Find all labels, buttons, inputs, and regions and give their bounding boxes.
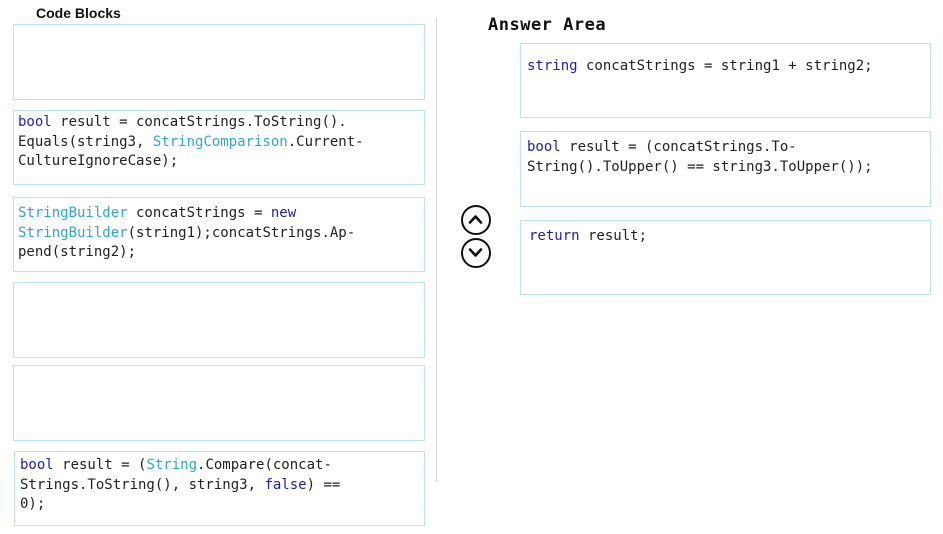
answer-block-return[interactable]: return result; bbox=[520, 220, 931, 295]
move-up-button[interactable] bbox=[461, 205, 491, 235]
code-text: String().ToUpper() == string3.ToUpper())… bbox=[527, 158, 873, 175]
code-block-slot-empty-3[interactable] bbox=[13, 365, 425, 441]
code-text: .Compare(concat- bbox=[197, 457, 332, 473]
code-text: result = ( bbox=[53, 457, 147, 473]
code-text: concatStrings = bbox=[127, 205, 271, 221]
chevron-up-icon bbox=[468, 215, 483, 224]
code-keyword: false bbox=[264, 476, 307, 493]
answer-block-concat[interactable]: string concatStrings = string1 + string2… bbox=[520, 43, 931, 118]
code-text: result; bbox=[579, 228, 648, 244]
code-type: StringBuilder bbox=[18, 224, 128, 241]
code-keyword: return bbox=[529, 228, 580, 244]
code-text: concatStrings = string1 + string2; bbox=[577, 58, 873, 74]
code-block-equals-ignore-case[interactable]: bool result = concatStrings.ToString(). … bbox=[13, 110, 425, 185]
code-text: Strings.ToString(), string3, bbox=[20, 476, 265, 493]
code-block-slot-empty-1[interactable] bbox=[13, 24, 425, 100]
code-text: pend(string2); bbox=[18, 244, 137, 260]
code-block-string-compare[interactable]: bool result = (String.Compare(concat- St… bbox=[14, 451, 425, 526]
code-type: string bbox=[527, 58, 578, 74]
code-keyword: bool bbox=[18, 114, 52, 130]
panel-divider bbox=[436, 18, 437, 482]
code-blocks-heading: Code Blocks bbox=[36, 5, 121, 21]
code-text: CultureIgnoreCase); bbox=[18, 153, 179, 169]
code-block-stringbuilder[interactable]: StringBuilder concatStrings = new String… bbox=[13, 197, 425, 272]
code-text: 0); bbox=[20, 496, 46, 512]
code-text: ) == bbox=[306, 476, 341, 493]
code-type: StringBuilder bbox=[18, 205, 128, 221]
code-type: StringComparison bbox=[152, 133, 288, 150]
code-text: (string1);concatStrings.Ap- bbox=[127, 224, 356, 241]
chevron-down-icon bbox=[468, 248, 483, 257]
code-text: result = (concatStrings.To- bbox=[560, 139, 797, 155]
code-keyword: new bbox=[270, 205, 297, 221]
answer-block-toupper-compare[interactable]: bool result = (concatStrings.To- String(… bbox=[520, 131, 931, 207]
answer-area-heading: Answer Area bbox=[488, 15, 607, 35]
code-keyword: bool bbox=[527, 139, 561, 155]
code-block-slot-empty-2[interactable] bbox=[13, 282, 425, 358]
code-text: Equals(string3, bbox=[18, 133, 153, 150]
code-type: String bbox=[146, 457, 198, 473]
code-text: result = concatStrings.ToString(). bbox=[51, 114, 347, 130]
code-keyword: bool bbox=[20, 457, 54, 473]
move-down-button[interactable] bbox=[461, 238, 491, 268]
code-text: .Current- bbox=[287, 133, 364, 150]
